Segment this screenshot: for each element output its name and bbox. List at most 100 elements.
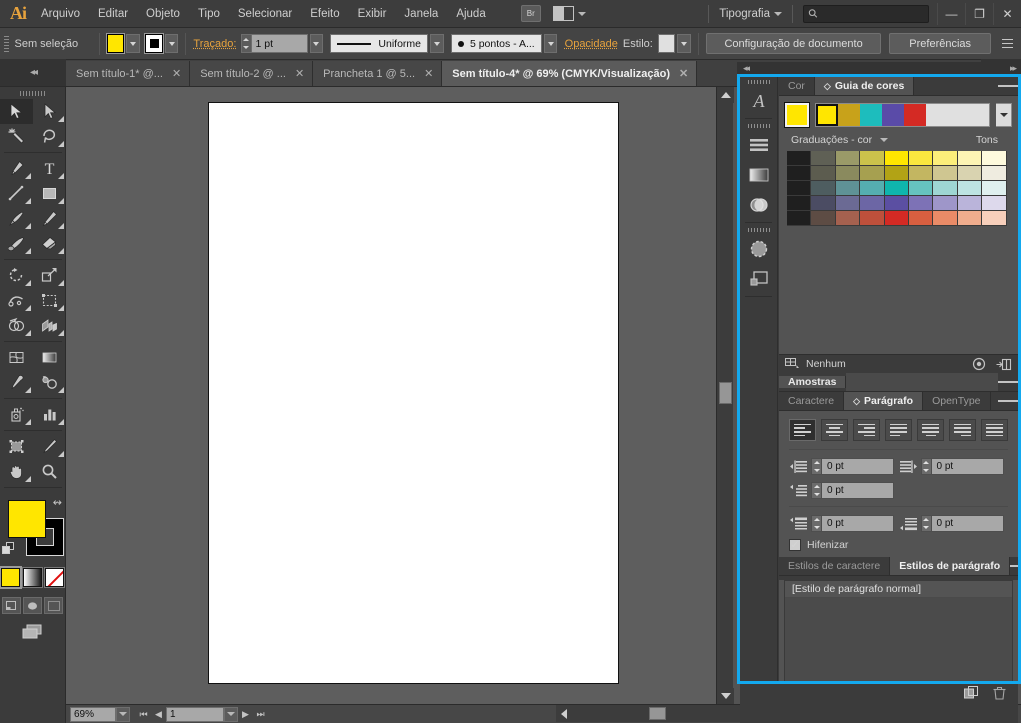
color-variation-swatch[interactable]: [811, 151, 835, 166]
edit-colors-icon[interactable]: [972, 357, 986, 371]
color-variation-swatch[interactable]: [787, 181, 811, 196]
color-variation-swatch[interactable]: [982, 211, 1006, 226]
color-variation-swatch[interactable]: [836, 166, 860, 181]
opacity-label[interactable]: Opacidade: [565, 38, 618, 50]
harmony-swatch-3[interactable]: [882, 104, 904, 126]
type-tool[interactable]: T: [33, 156, 66, 181]
harmony-rule-strip[interactable]: [815, 103, 990, 127]
first-line-indent-stepper[interactable]: [811, 482, 822, 499]
tools-panel-grip[interactable]: [0, 87, 65, 99]
color-variation-swatch[interactable]: [933, 211, 957, 226]
search-field[interactable]: [818, 8, 928, 19]
magic-wand-tool[interactable]: [0, 124, 33, 149]
artboard-tool[interactable]: [0, 434, 33, 459]
color-guide-panel-icon[interactable]: [740, 234, 778, 264]
restore-button[interactable]: ❐: [965, 3, 993, 25]
stroke-weight-field[interactable]: 1 pt: [252, 34, 308, 53]
swap-fill-stroke-icon[interactable]: ↭: [53, 496, 62, 509]
shape-builder-tool[interactable]: [0, 313, 33, 338]
menu-arquivo[interactable]: Arquivo: [32, 0, 89, 28]
fill-color-dropdown[interactable]: [126, 34, 140, 53]
dock-collapse-bar[interactable]: ◂◂ ▸▸: [737, 62, 1021, 74]
stroke-weight-stepper[interactable]: [241, 34, 251, 53]
color-variation-swatch[interactable]: [958, 196, 982, 211]
harmony-swatch-1[interactable]: [838, 104, 860, 126]
horizontal-scroll-thumb[interactable]: [649, 707, 666, 720]
right-indent-stepper[interactable]: [921, 458, 932, 475]
collapse-right-icon[interactable]: ▸▸: [1010, 63, 1015, 74]
color-variation-grid[interactable]: [779, 151, 1018, 226]
zoom-level-field[interactable]: 69%: [70, 707, 116, 722]
swatches-panel-menu-icon[interactable]: [998, 380, 1018, 383]
space-after-field[interactable]: 0 pt: [932, 515, 1004, 532]
scroll-up-button[interactable]: [717, 87, 734, 103]
rail-grip[interactable]: [740, 77, 777, 86]
eyedropper-tool[interactable]: [0, 370, 33, 395]
hyphenate-checkbox[interactable]: ✓: [789, 539, 801, 551]
left-indent-stepper[interactable]: [811, 458, 822, 475]
close-icon[interactable]: ✕: [679, 67, 688, 80]
space-after-stepper[interactable]: [921, 515, 932, 532]
workspace-switcher[interactable]: Tipografia: [719, 8, 782, 20]
hand-tool[interactable]: [0, 459, 33, 484]
tab-paragrafo[interactable]: ◇ Parágrafo: [844, 392, 923, 410]
last-artboard-button[interactable]: ⏭: [253, 707, 268, 722]
rail-grip[interactable]: [740, 121, 777, 130]
gradient-panel-icon[interactable]: [740, 160, 778, 190]
free-transform-tool[interactable]: [33, 288, 66, 313]
color-variation-swatch[interactable]: [860, 196, 884, 211]
paintbrush-tool[interactable]: [0, 206, 33, 231]
bridge-button[interactable]: Br: [521, 5, 541, 22]
left-indent-field[interactable]: 0 pt: [822, 458, 894, 475]
harmony-swatch-0[interactable]: [816, 104, 838, 126]
rectangle-tool[interactable]: [33, 181, 66, 206]
swatch-library-icon[interactable]: [785, 358, 801, 370]
solid-color-button[interactable]: [1, 568, 20, 587]
color-variation-swatch[interactable]: [811, 196, 835, 211]
color-variation-swatch[interactable]: [909, 211, 933, 226]
artboard[interactable]: [208, 102, 619, 684]
menu-exibir[interactable]: Exibir: [349, 0, 396, 28]
zoom-level-dropdown[interactable]: [116, 707, 130, 722]
arrange-documents-button[interactable]: [553, 6, 586, 21]
justify-last-center-button[interactable]: [917, 419, 944, 441]
type-panel-menu-icon[interactable]: [998, 392, 1018, 410]
minimize-button[interactable]: —: [937, 3, 965, 25]
color-variation-swatch[interactable]: [933, 196, 957, 211]
color-variation-swatch[interactable]: [982, 181, 1006, 196]
color-variation-swatch[interactable]: [909, 166, 933, 181]
color-variation-swatch[interactable]: [909, 181, 933, 196]
vertical-scroll-thumb[interactable]: [719, 382, 732, 404]
color-variation-swatch[interactable]: [836, 196, 860, 211]
character-panel-icon[interactable]: A: [740, 86, 778, 116]
previous-artboard-button[interactable]: ◀: [151, 707, 166, 722]
color-variation-swatch[interactable]: [933, 181, 957, 196]
color-guide-panel-menu-icon[interactable]: [998, 77, 1018, 95]
tab-estilos-de-paragrafo[interactable]: Estilos de parágrafo: [890, 557, 1010, 575]
direct-selection-tool[interactable]: [33, 99, 66, 124]
graphic-style-swatch[interactable]: [658, 34, 675, 53]
graphic-style-dropdown[interactable]: [677, 34, 691, 53]
tab-estilos-de-caractere[interactable]: Estilos de caractere: [779, 557, 890, 575]
full-screen-menubar-button[interactable]: [23, 597, 42, 614]
color-variation-swatch[interactable]: [860, 181, 884, 196]
symbol-sprayer-tool[interactable]: [0, 402, 33, 427]
color-variation-swatch[interactable]: [958, 151, 982, 166]
color-variation-swatch[interactable]: [909, 151, 933, 166]
justify-last-left-button[interactable]: [885, 419, 912, 441]
color-variation-swatch[interactable]: [787, 151, 811, 166]
fill-color-swatch[interactable]: [107, 34, 124, 53]
harmony-swatch-4[interactable]: [904, 104, 926, 126]
rail-grip[interactable]: [740, 225, 777, 234]
perspective-grid-tool[interactable]: [33, 313, 66, 338]
color-variation-swatch[interactable]: [958, 181, 982, 196]
selection-tool[interactable]: [0, 99, 33, 124]
stroke-color-dropdown[interactable]: [165, 34, 179, 53]
document-tab-1[interactable]: Sem título-1* @... ✕: [66, 61, 190, 86]
menu-objeto[interactable]: Objeto: [137, 0, 189, 28]
color-variation-swatch[interactable]: [811, 166, 835, 181]
color-variation-swatch[interactable]: [958, 211, 982, 226]
default-fill-stroke-icon[interactable]: [2, 542, 16, 556]
collapse-left-icon[interactable]: ◂◂: [743, 63, 748, 74]
color-variation-swatch[interactable]: [787, 211, 811, 226]
